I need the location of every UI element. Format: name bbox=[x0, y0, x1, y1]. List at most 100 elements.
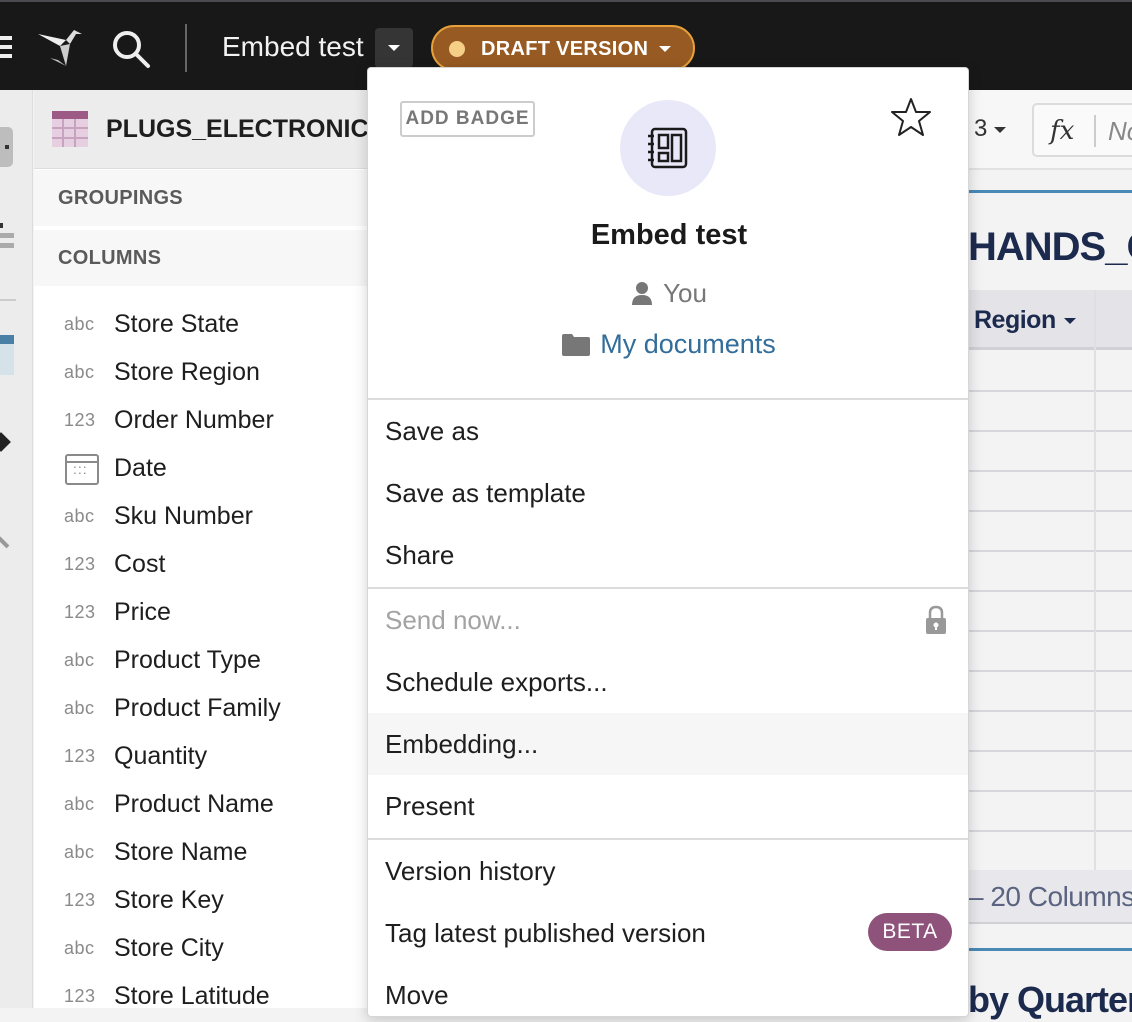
menu-item-label: Share bbox=[385, 540, 455, 570]
beta-badge: BETA bbox=[868, 913, 952, 951]
formula-input[interactable]: No bbox=[1108, 116, 1132, 146]
toolbar: 3 fx No bbox=[968, 90, 1132, 170]
column-item[interactable]: 123 Quantity bbox=[34, 734, 368, 782]
pen-icon[interactable] bbox=[0, 432, 11, 452]
calendar-icon bbox=[65, 454, 99, 485]
lock-icon bbox=[926, 605, 946, 634]
menu-item-embedding[interactable]: Embedding... bbox=[368, 713, 968, 775]
owner-name: You bbox=[663, 278, 707, 308]
grid-line bbox=[1094, 290, 1096, 870]
star-icon[interactable] bbox=[890, 96, 932, 138]
column-item[interactable]: abc Store Name bbox=[34, 830, 368, 878]
column-item[interactable]: abc Product Type bbox=[34, 638, 368, 686]
menu-item-label: Send now... bbox=[385, 605, 521, 635]
column-name: Order Number bbox=[114, 406, 274, 434]
column-name: Product Family bbox=[114, 694, 281, 722]
column-name: Date bbox=[114, 454, 167, 482]
grid-row-line bbox=[968, 430, 1132, 432]
number-type-icon: 123 bbox=[64, 554, 96, 574]
cursor-icon[interactable] bbox=[0, 535, 10, 549]
text-type-icon: abc bbox=[64, 698, 95, 718]
number-type-icon: 123 bbox=[64, 410, 96, 430]
column-item[interactable]: abc Store City bbox=[34, 926, 368, 974]
column-item[interactable]: 123 Order Number bbox=[34, 398, 368, 446]
folder-icon bbox=[562, 334, 591, 356]
title-dropdown-button[interactable] bbox=[375, 28, 413, 68]
menu-item-label: Tag latest published version bbox=[385, 918, 706, 948]
column-name: Sku Number bbox=[114, 502, 253, 530]
column-item[interactable]: 123 Store Latitude bbox=[34, 974, 368, 1022]
column-item[interactable]: 123 Price bbox=[34, 590, 368, 638]
menu-item-label: Embedding... bbox=[385, 729, 539, 759]
menu-item-save-as-template[interactable]: Save as template bbox=[368, 462, 968, 524]
user-icon bbox=[632, 282, 653, 305]
groupings-section[interactable]: GROUPINGS bbox=[34, 170, 368, 226]
grid-row-line bbox=[968, 710, 1132, 712]
list-icon[interactable] bbox=[0, 223, 14, 257]
text-type-icon: abc bbox=[64, 938, 95, 958]
column-item[interactable]: abc Product Name bbox=[34, 782, 368, 830]
formula-bar[interactable]: fx No bbox=[1032, 103, 1132, 157]
text-type-icon: abc bbox=[64, 506, 95, 526]
menu-item-present[interactable]: Present bbox=[368, 775, 968, 837]
grid-row-line bbox=[968, 790, 1132, 792]
menu-icon[interactable] bbox=[0, 36, 12, 62]
chevron-down-icon[interactable] bbox=[994, 127, 1006, 133]
grid-row-line bbox=[968, 750, 1132, 752]
divider bbox=[185, 24, 187, 72]
column-name: Quantity bbox=[114, 742, 208, 770]
grid-row-line bbox=[968, 830, 1132, 832]
menu-item-label: Schedule exports... bbox=[385, 667, 608, 697]
column-item[interactable]: 123 Store Key bbox=[34, 878, 368, 926]
add-button[interactable] bbox=[0, 127, 13, 167]
element-border bbox=[968, 190, 1132, 193]
toolbar-value[interactable]: 3 bbox=[974, 114, 987, 144]
grid-row-line bbox=[968, 550, 1132, 552]
column-item[interactable]: 123 Cost bbox=[34, 542, 368, 590]
table-icon bbox=[52, 111, 88, 147]
column-name: Cost bbox=[114, 550, 166, 578]
number-type-icon: 123 bbox=[64, 890, 96, 910]
menu-item-label: Version history bbox=[385, 856, 556, 886]
document-title[interactable]: Embed test bbox=[222, 28, 364, 66]
column-item[interactable]: abc Sku Number bbox=[34, 494, 368, 542]
text-type-icon: abc bbox=[64, 842, 95, 862]
add-badge-button[interactable]: ADD BADGE bbox=[400, 101, 535, 137]
menu-item-share[interactable]: Share bbox=[368, 524, 968, 586]
column-item[interactable]: abc Product Family bbox=[34, 686, 368, 734]
menu-item-tag-latest-published-version[interactable]: Tag latest published version BETA bbox=[368, 902, 968, 964]
menu-item-version-history[interactable]: Version history bbox=[368, 840, 968, 902]
divider bbox=[1094, 115, 1096, 147]
menu-item-move[interactable]: Move bbox=[368, 964, 968, 1016]
element-border bbox=[968, 948, 1132, 951]
column-item[interactable]: abc Store Region bbox=[34, 350, 368, 398]
grid-row-line bbox=[968, 510, 1132, 512]
column-name: Store State bbox=[114, 310, 240, 338]
workbook-avatar bbox=[620, 100, 716, 196]
sheet-title: HANDS_ON_ bbox=[968, 225, 1132, 269]
chevron-down-icon[interactable] bbox=[1064, 318, 1076, 324]
column-name: Store Latitude bbox=[114, 982, 270, 1010]
column-header[interactable]: Region bbox=[968, 290, 1132, 350]
folder-name[interactable]: My documents bbox=[600, 329, 776, 359]
menu-item-schedule-exports[interactable]: Schedule exports... bbox=[368, 651, 968, 713]
menu-item-save-as[interactable]: Save as bbox=[368, 400, 968, 462]
table-icon[interactable] bbox=[0, 335, 14, 375]
draft-version-button[interactable]: DRAFT VERSION bbox=[431, 25, 695, 71]
search-icon[interactable] bbox=[110, 28, 152, 70]
logo-icon[interactable] bbox=[36, 26, 84, 68]
text-type-icon: abc bbox=[64, 650, 95, 670]
columns-section[interactable]: COLUMNS bbox=[34, 230, 368, 286]
folder-link[interactable]: My documents bbox=[368, 326, 968, 362]
column-name: Store Region bbox=[114, 358, 260, 386]
workbook-icon bbox=[648, 127, 688, 169]
grid-row-line bbox=[968, 390, 1132, 392]
document-menu: ADD BADGE Embed test You My documents Sa… bbox=[367, 67, 969, 1017]
column-name: Store Name bbox=[114, 838, 248, 866]
divider bbox=[0, 299, 16, 301]
column-name: Price bbox=[114, 598, 171, 626]
column-name: Product Type bbox=[114, 646, 261, 674]
column-item[interactable]: Date bbox=[34, 446, 368, 494]
grid-row-line bbox=[968, 630, 1132, 632]
column-item[interactable]: abc Store State bbox=[34, 302, 368, 350]
